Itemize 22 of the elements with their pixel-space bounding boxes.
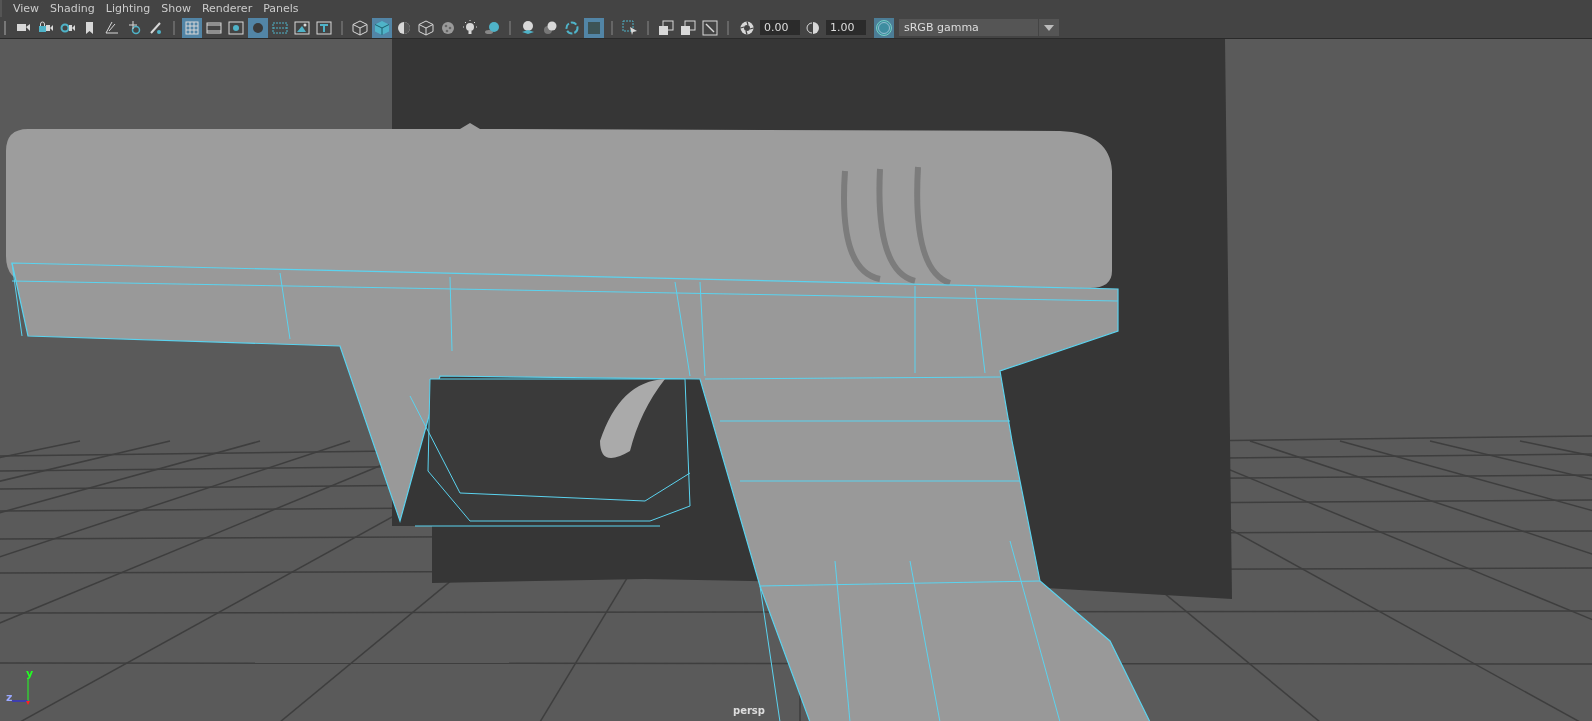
diagonal-box-icon[interactable]	[700, 17, 720, 38]
overlapping-squares-icon[interactable]	[678, 17, 698, 38]
overlapping-squares-icon[interactable]	[656, 17, 676, 38]
square-icon[interactable]	[584, 17, 604, 38]
menu-item[interactable]: Panels	[260, 2, 307, 15]
menu-item[interactable]: View	[10, 2, 48, 15]
grid-icon[interactable]	[182, 17, 202, 38]
menu-item[interactable]: Show	[158, 2, 199, 15]
aperture-icon[interactable]	[738, 18, 756, 37]
shaded-cube-icon[interactable]	[372, 17, 392, 38]
axis-label: y	[26, 667, 34, 680]
menu-item[interactable]: Renderer	[198, 2, 261, 15]
gamma-field[interactable]: 1.00	[826, 20, 866, 35]
axis-label: z	[6, 691, 13, 704]
exposure-field[interactable]: 0.00	[760, 20, 800, 35]
menu-item[interactable]: Shading	[47, 2, 103, 15]
view-transform-dropdown[interactable]: sRGB gamma	[899, 19, 1059, 36]
caret-icon	[1043, 23, 1055, 32]
menu-item[interactable]: Lighting	[102, 2, 159, 15]
axis-drawing	[11, 678, 30, 705]
camera-label: persp	[733, 705, 765, 716]
color-management-toggle[interactable]	[874, 17, 894, 38]
